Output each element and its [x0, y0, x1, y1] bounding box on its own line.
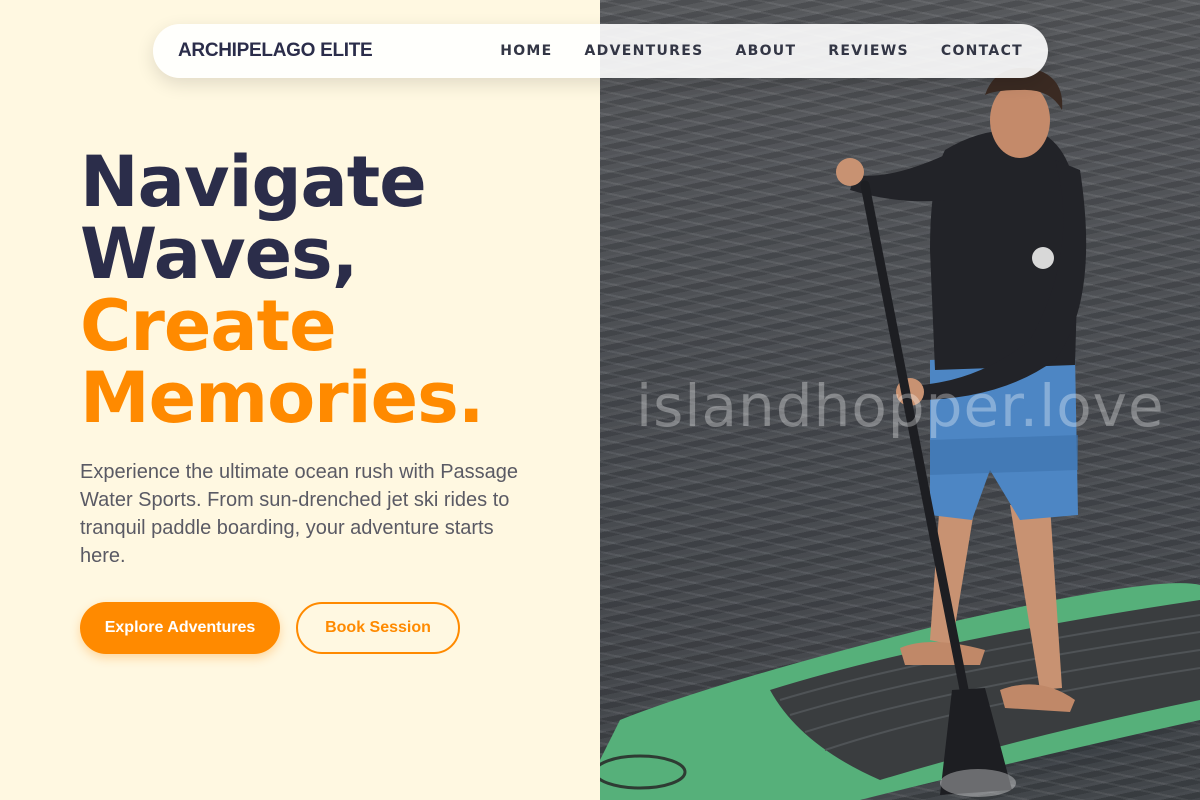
hero-description: Experience the ultimate ocean rush with … [80, 461, 519, 567]
headline-line-1: Navigate [80, 141, 427, 223]
brand-logo[interactable]: ARCHIPELAGO ELITE [178, 40, 373, 62]
headline-line-2: Waves, [80, 213, 358, 295]
explore-adventures-button[interactable]: Explore Adventures [80, 602, 280, 654]
nav-link-home[interactable]: HOME [500, 43, 552, 59]
hero-headline: Navigate Waves, Create Memories. [80, 141, 484, 439]
nav-links: HOME ADVENTURES ABOUT REVIEWS CONTACT [500, 43, 1023, 59]
headline-line-4: Memories. [80, 357, 484, 439]
book-session-button[interactable]: Book Session [296, 602, 460, 654]
headline-line-3: Create [80, 285, 337, 367]
nav-link-contact[interactable]: CONTACT [941, 43, 1023, 59]
nav-link-about[interactable]: ABOUT [735, 43, 796, 59]
watermark-text: islandhopper.love [636, 372, 1165, 440]
hero-image: islandhopper.love [600, 0, 1200, 800]
top-navbar: ARCHIPELAGO ELITE HOME ADVENTURES ABOUT … [153, 24, 1048, 78]
nav-link-adventures[interactable]: ADVENTURES [585, 43, 704, 59]
nav-link-reviews[interactable]: REVIEWS [828, 43, 909, 59]
